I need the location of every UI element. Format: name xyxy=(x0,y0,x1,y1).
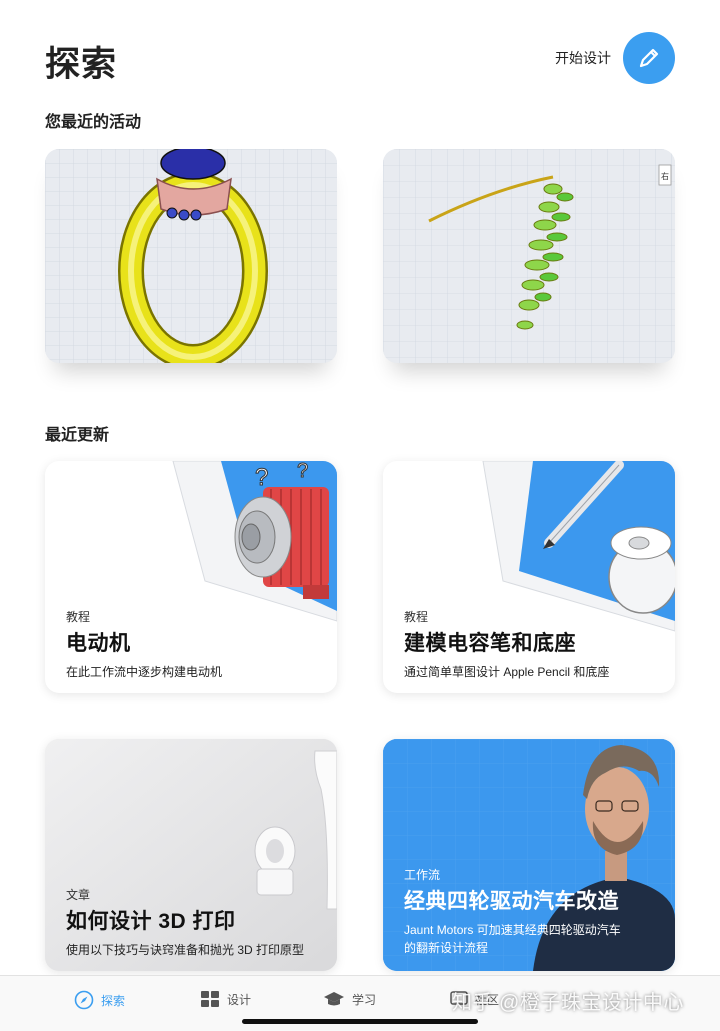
graduation-cap-icon xyxy=(323,990,345,1008)
card-category: 教程 xyxy=(66,610,91,624)
tab-label: 学习 xyxy=(352,992,377,1007)
tab-design[interactable]: 设计 xyxy=(200,990,251,1008)
pen-icon xyxy=(639,48,659,68)
recent-updates-heading: 最近更新 xyxy=(45,427,110,444)
recent-design-leaf[interactable]: 右 xyxy=(383,149,675,363)
card-category: 工作流 xyxy=(404,868,441,882)
update-card-3d-print[interactable]: 文章 如何设计 3D 打印 使用以下技巧与诀窍准备和抛光 3D 打印原型 xyxy=(45,739,337,971)
update-card-4wd[interactable]: 工作流 经典四轮驱动汽车改造 Jaunt Motors 可加速其经典四轮驱动汽车… xyxy=(383,739,675,971)
update-card-pencil[interactable]: 教程 建模电容笔和底座 通过简单草图设计 Apple Pencil 和底座 xyxy=(383,461,675,693)
grid-icon xyxy=(200,990,220,1008)
tab-explore[interactable]: 探索 xyxy=(74,990,125,1010)
card-title: 经典四轮驱动汽车改造 xyxy=(404,890,619,913)
view-cube-label: 右 xyxy=(661,171,669,181)
start-design-group[interactable]: 开始设计 xyxy=(555,32,675,84)
tab-label: 探索 xyxy=(101,993,126,1008)
card-description: 通过简单草图设计 Apple Pencil 和底座 xyxy=(404,665,610,679)
leaf-model-thumbnail: 右 xyxy=(383,149,675,363)
card-description: 使用以下技巧与诀窍准备和抛光 3D 打印原型 xyxy=(66,943,305,957)
tab-learn[interactable]: 学习 xyxy=(323,990,376,1008)
svg-text:?: ? xyxy=(255,464,268,491)
card-category: 教程 xyxy=(404,610,429,624)
start-design-button[interactable] xyxy=(623,32,675,84)
home-indicator[interactable] xyxy=(242,1019,478,1024)
tab-label: 设计 xyxy=(227,992,252,1007)
page-title: 探索 xyxy=(45,45,118,84)
recent-activity-heading: 您最近的活动 xyxy=(45,114,142,131)
watermark: 知乎 @橙子珠宝设计中心 xyxy=(452,992,684,1014)
card-title: 如何设计 3D 打印 xyxy=(66,910,236,933)
update-card-motor[interactable]: ? ? 教程 电动机 在此工作流中逐步构建电动机 xyxy=(45,461,337,693)
svg-text:?: ? xyxy=(297,461,308,482)
compass-icon xyxy=(74,990,94,1010)
card-title: 建模电容笔和底座 xyxy=(404,632,576,655)
card-title: 电动机 xyxy=(66,632,131,655)
ring-model-thumbnail xyxy=(45,149,337,363)
recent-design-ring[interactable] xyxy=(45,149,337,363)
start-design-label[interactable]: 开始设计 xyxy=(555,48,611,68)
card-description: 在此工作流中逐步构建电动机 xyxy=(66,665,223,679)
card-description: Jaunt Motors 可加速其经典四轮驱动汽车的翻新设计流程 xyxy=(404,923,621,955)
card-category: 文章 xyxy=(66,888,91,902)
